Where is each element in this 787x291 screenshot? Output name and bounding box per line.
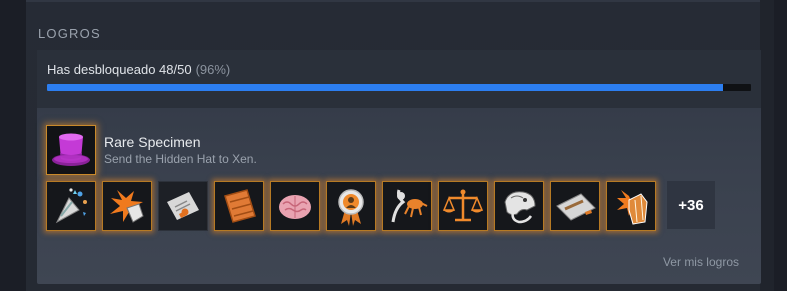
section-title: LOGROS	[38, 26, 101, 41]
achievement-icons-row: +36	[46, 181, 746, 231]
progress-bar-fill	[47, 84, 723, 91]
panel-edge-shade	[760, 0, 774, 291]
more-achievements-count[interactable]: +36	[667, 181, 715, 229]
progress-text: Has desbloqueado 48/50	[47, 62, 192, 77]
balance-scale-icon	[442, 189, 484, 222]
smashed-crystal-icon	[617, 190, 648, 225]
achievement-vortigaunt[interactable]	[494, 181, 544, 231]
progress-percent: (96%)	[195, 62, 231, 77]
purple-top-hat-icon	[47, 126, 95, 174]
welcome-mat-icon	[556, 193, 596, 221]
achievement-balance[interactable]	[438, 181, 488, 231]
achievement-welcome[interactable]	[550, 181, 600, 231]
progress-area: Has desbloqueado 48/50 (96%)	[37, 50, 761, 108]
award-ribbon-icon	[338, 189, 364, 226]
achievement-brain[interactable]	[270, 181, 320, 231]
panel-top-divider	[26, 0, 774, 2]
achievement-wood-plank[interactable]	[214, 181, 264, 231]
achievement-award[interactable]	[326, 181, 376, 231]
vortigaunt-head-icon	[504, 191, 536, 224]
featured-achievement-description: Send the Hidden Hat to Xen.	[104, 152, 257, 166]
explosion-hand-icon	[110, 190, 144, 223]
featured-achievement-icon[interactable]	[46, 125, 96, 175]
achievement-party-popper[interactable]	[46, 181, 96, 231]
achievement-crystal[interactable]	[606, 181, 656, 231]
progress-label: Has desbloqueado 48/50 (96%)	[47, 62, 230, 77]
achievements-card: Has desbloqueado 48/50 (96%) Rare Specime…	[37, 50, 761, 284]
pamphlet-flyer-icon	[167, 192, 199, 220]
headcrab-leaping-icon	[391, 189, 428, 223]
wood-plank-icon	[224, 189, 256, 223]
featured-achievement-name: Rare Specimen	[104, 134, 201, 150]
achievement-flyer[interactable]	[158, 181, 208, 231]
party-popper-icon	[55, 188, 87, 224]
view-achievements-link[interactable]: Ver mis logros	[663, 255, 739, 269]
progress-bar	[47, 84, 751, 91]
achievement-headcrab[interactable]	[382, 181, 432, 231]
brain-icon	[279, 195, 311, 219]
achievement-explosion[interactable]	[102, 181, 152, 231]
